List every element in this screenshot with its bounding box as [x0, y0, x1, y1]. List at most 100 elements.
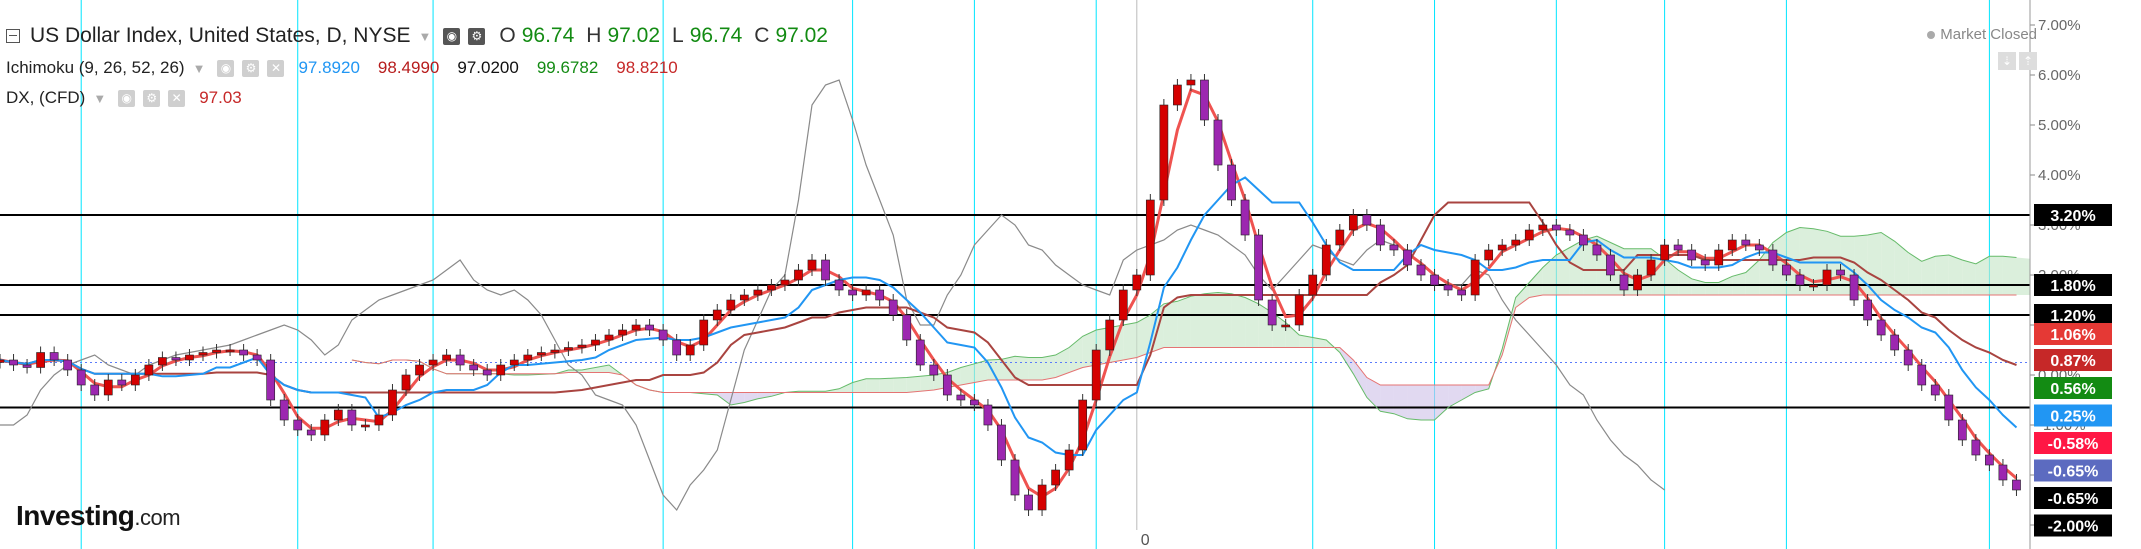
candle-body: [49, 352, 59, 361]
ichimoku-value: 98.8210: [616, 58, 678, 77]
cloud-segment: [1948, 255, 1963, 295]
eye-icon[interactable]: ◉: [443, 27, 461, 45]
candle-body: [1376, 224, 1385, 246]
close-icon[interactable]: ✕: [168, 89, 186, 107]
candle-body: [2012, 479, 2021, 491]
candle-body: [1213, 119, 1223, 166]
candle-body: [1538, 224, 1548, 231]
cloud-segment: [866, 378, 880, 393]
x-axis-label: 0: [1141, 532, 1150, 549]
candle-body: [1957, 419, 1967, 441]
candle-body: [158, 357, 167, 366]
chevron-down-icon[interactable]: ▼: [193, 61, 206, 76]
candle-body: [604, 334, 614, 341]
price-label-text: 0.25%: [2050, 409, 2095, 426]
close-icon[interactable]: ✕: [267, 59, 285, 77]
candle-body: [1511, 239, 1521, 246]
candle-body: [523, 354, 533, 361]
candle-body: [0, 359, 5, 363]
high-key: H: [586, 24, 602, 47]
candle-body: [1281, 324, 1291, 328]
eye-icon[interactable]: ◉: [217, 59, 235, 77]
candle-body: [1348, 214, 1358, 231]
eye-icon[interactable]: ◉: [118, 89, 136, 107]
candle-body: [658, 329, 668, 341]
cloud-segment: [2002, 256, 2017, 295]
candle-body: [591, 339, 600, 346]
ichimoku-value: 97.0200: [457, 58, 519, 77]
candle-body: [631, 324, 641, 331]
candle-body: [1308, 274, 1318, 296]
arrow-up-icon[interactable]: ⇡: [2019, 52, 2037, 70]
chikou-line: [0, 79, 1665, 512]
ichimoku-value: 97.8920: [298, 58, 360, 77]
candle-body: [1782, 264, 1791, 276]
candle-body: [1754, 244, 1764, 251]
candle-body: [1470, 259, 1480, 296]
candle-body: [780, 279, 790, 286]
ichimoku-legend: Ichimoku (9, 26, 52, 26) ▼ ◉ ⚙ ✕ 97.8920…: [6, 58, 678, 78]
candle-body: [455, 354, 465, 366]
cloud-segment: [1042, 355, 1056, 380]
candle-body: [1078, 399, 1088, 451]
arrow-down-icon[interactable]: ⇣: [1998, 52, 2016, 70]
price-label-text: 3.20%: [2050, 208, 2095, 225]
low-value: 96.74: [689, 24, 743, 47]
cloud-segment: [1569, 240, 1584, 295]
candle-body: [1227, 164, 1236, 201]
candle-body: [1836, 269, 1845, 276]
candle-body: [469, 364, 479, 371]
candle-body: [1687, 249, 1697, 261]
collapse-icon[interactable]: [6, 29, 20, 43]
cloud-segment: [1529, 267, 1543, 298]
chevron-down-icon[interactable]: ▼: [93, 91, 106, 106]
candle-body: [428, 359, 438, 366]
candle-body: [536, 352, 546, 356]
gear-icon[interactable]: ⚙: [242, 59, 260, 77]
candle-body: [929, 364, 939, 376]
candle-body: [564, 347, 573, 351]
candle-body: [1619, 274, 1629, 291]
candle-body: [1565, 229, 1575, 236]
candle-body: [726, 299, 736, 311]
candle-body: [1646, 259, 1656, 276]
candle-body: [333, 409, 343, 421]
y-tick-label: 7.00%: [2038, 17, 2081, 34]
candle-body: [550, 349, 560, 353]
candle-body: [1321, 244, 1331, 276]
candle-body: [198, 352, 208, 356]
candle-body: [794, 269, 803, 281]
candle-body: [1267, 299, 1277, 326]
price-label-text: 1.80%: [2050, 278, 2095, 295]
cloud-segment: [1475, 385, 1489, 393]
price-chart[interactable]: 0 7.00%6.00%5.00%4.00%3.00%2.00%1.00%0.0…: [0, 0, 2141, 549]
cloud-segment: [1015, 356, 1029, 380]
candle-body: [374, 414, 384, 426]
candle-body: [1240, 199, 1250, 236]
y-tick-label: 4.00%: [2038, 167, 2081, 184]
chevron-down-icon[interactable]: ▼: [419, 29, 432, 44]
cloud-segment: [1123, 322, 1137, 360]
gear-icon[interactable]: ⚙: [143, 89, 161, 107]
candle-body: [1024, 494, 1033, 511]
candle-body: [306, 429, 316, 436]
logo-brand: Investing: [16, 500, 135, 531]
candle-body: [1254, 234, 1263, 301]
candle-body: [861, 289, 871, 296]
candle-body: [1633, 274, 1642, 291]
candle-body: [1768, 249, 1778, 266]
cloud-segment: [906, 376, 921, 393]
cloud-segment: [1407, 385, 1421, 420]
price-label-text: 1.20%: [2050, 308, 2095, 325]
candle-body: [266, 359, 276, 401]
ichimoku-values: 97.8920 98.4990 97.0200 99.6782 98.8210: [298, 58, 677, 78]
gear-icon[interactable]: ⚙: [468, 27, 486, 45]
candle-body: [1660, 244, 1669, 261]
candle-body: [1051, 469, 1060, 486]
candle-body: [1430, 274, 1439, 286]
candle-body: [1457, 289, 1466, 296]
cloud-segment: [1380, 385, 1394, 414]
investing-logo[interactable]: Investing.com: [16, 500, 181, 532]
candle-body: [415, 364, 424, 376]
candle-body: [1592, 244, 1602, 256]
